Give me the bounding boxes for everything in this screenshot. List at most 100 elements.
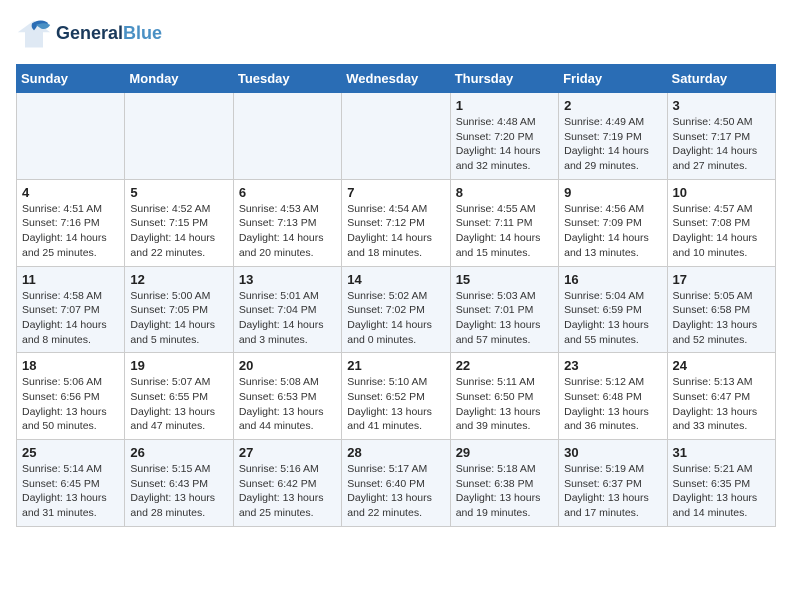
calendar-cell: 8 Sunrise: 4:55 AMSunset: 7:11 PMDaylight… bbox=[450, 179, 558, 266]
day-info: Sunrise: 5:14 AMSunset: 6:45 PMDaylight:… bbox=[22, 462, 119, 521]
day-info: Sunrise: 4:48 AMSunset: 7:20 PMDaylight:… bbox=[456, 115, 553, 174]
calendar-cell: 7 Sunrise: 4:54 AMSunset: 7:12 PMDaylight… bbox=[342, 179, 450, 266]
day-info: Sunrise: 5:17 AMSunset: 6:40 PMDaylight:… bbox=[347, 462, 444, 521]
calendar-cell bbox=[125, 93, 233, 180]
day-info: Sunrise: 5:03 AMSunset: 7:01 PMDaylight:… bbox=[456, 289, 553, 348]
calendar-cell: 11Sunrise: 4:58 AMSunset: 7:07 PMDayligh… bbox=[17, 266, 125, 353]
day-number: 4 bbox=[22, 185, 119, 200]
day-number: 26 bbox=[130, 445, 227, 460]
day-number: 6 bbox=[239, 185, 336, 200]
day-info: Sunrise: 4:57 AMSunset: 7:08 PMDaylight:… bbox=[673, 202, 770, 261]
day-info: Sunrise: 4:54 AMSunset: 7:12 PMDaylight:… bbox=[347, 202, 444, 261]
calendar-week-1: 1Sunrise: 4:48 AMSunset: 7:20 PMDaylight… bbox=[17, 93, 776, 180]
calendar-cell: 13Sunrise: 5:01 AMSunset: 7:04 PMDayligh… bbox=[233, 266, 341, 353]
day-info: Sunrise: 5:15 AMSunset: 6:43 PMDaylight:… bbox=[130, 462, 227, 521]
day-number: 7 bbox=[347, 185, 444, 200]
calendar-cell: 12 Sunrise: 5:00 AMSunset: 7:05 PMDayligh… bbox=[125, 266, 233, 353]
day-number: 15 bbox=[456, 272, 553, 287]
day-number: 31 bbox=[673, 445, 770, 460]
day-number: 13 bbox=[239, 272, 336, 287]
calendar-week-3: 11Sunrise: 4:58 AMSunset: 7:07 PMDayligh… bbox=[17, 266, 776, 353]
calendar-cell: 16 Sunrise: 5:04 AMSunset: 6:59 PMDayligh… bbox=[559, 266, 667, 353]
calendar-week-4: 18 Sunrise: 5:06 AMSunset: 6:56 PMDayligh… bbox=[17, 353, 776, 440]
calendar-cell bbox=[342, 93, 450, 180]
calendar-cell: 26 Sunrise: 5:15 AMSunset: 6:43 PMDayligh… bbox=[125, 440, 233, 527]
calendar-cell: 14 Sunrise: 5:02 AMSunset: 7:02 PMDayligh… bbox=[342, 266, 450, 353]
day-info: Sunrise: 5:06 AMSunset: 6:56 PMDaylight:… bbox=[22, 375, 119, 434]
day-info: Sunrise: 5:18 AMSunset: 6:38 PMDaylight:… bbox=[456, 462, 553, 521]
day-info: Sunrise: 4:50 AMSunset: 7:17 PMDaylight:… bbox=[673, 115, 770, 174]
day-number: 20 bbox=[239, 358, 336, 373]
calendar-body: 1Sunrise: 4:48 AMSunset: 7:20 PMDaylight… bbox=[17, 93, 776, 527]
day-info: Sunrise: 5:12 AMSunset: 6:48 PMDaylight:… bbox=[564, 375, 661, 434]
day-number: 22 bbox=[456, 358, 553, 373]
day-number: 8 bbox=[456, 185, 553, 200]
calendar-cell: 20 Sunrise: 5:08 AMSunset: 6:53 PMDayligh… bbox=[233, 353, 341, 440]
day-number: 30 bbox=[564, 445, 661, 460]
day-info: Sunrise: 4:55 AMSunset: 7:11 PMDaylight:… bbox=[456, 202, 553, 261]
day-info: Sunrise: 5:04 AMSunset: 6:59 PMDaylight:… bbox=[564, 289, 661, 348]
logo-icon bbox=[16, 16, 52, 52]
day-number: 17 bbox=[673, 272, 770, 287]
header-cell-wednesday: Wednesday bbox=[342, 65, 450, 93]
calendar-cell: 27 Sunrise: 5:16 AMSunset: 6:42 PMDayligh… bbox=[233, 440, 341, 527]
day-info: Sunrise: 5:11 AMSunset: 6:50 PMDaylight:… bbox=[456, 375, 553, 434]
day-number: 27 bbox=[239, 445, 336, 460]
header-cell-thursday: Thursday bbox=[450, 65, 558, 93]
calendar-cell: 6 Sunrise: 4:53 AMSunset: 7:13 PMDaylight… bbox=[233, 179, 341, 266]
calendar-cell: 17 Sunrise: 5:05 AMSunset: 6:58 PMDayligh… bbox=[667, 266, 775, 353]
day-info: Sunrise: 5:16 AMSunset: 6:42 PMDaylight:… bbox=[239, 462, 336, 521]
day-info: Sunrise: 4:58 AMSunset: 7:07 PMDaylight:… bbox=[22, 289, 119, 348]
calendar-cell: 19 Sunrise: 5:07 AMSunset: 6:55 PMDayligh… bbox=[125, 353, 233, 440]
calendar-cell: 24 Sunrise: 5:13 AMSunset: 6:47 PMDayligh… bbox=[667, 353, 775, 440]
calendar-cell: 30 Sunrise: 5:19 AMSunset: 6:37 PMDayligh… bbox=[559, 440, 667, 527]
day-info: Sunrise: 5:00 AMSunset: 7:05 PMDaylight:… bbox=[130, 289, 227, 348]
day-number: 16 bbox=[564, 272, 661, 287]
calendar-table: SundayMondayTuesdayWednesdayThursdayFrid… bbox=[16, 64, 776, 527]
header-row: SundayMondayTuesdayWednesdayThursdayFrid… bbox=[17, 65, 776, 93]
day-info: Sunrise: 4:51 AMSunset: 7:16 PMDaylight:… bbox=[22, 202, 119, 261]
calendar-week-2: 4 Sunrise: 4:51 AMSunset: 7:16 PMDaylight… bbox=[17, 179, 776, 266]
day-number: 21 bbox=[347, 358, 444, 373]
day-info: Sunrise: 5:08 AMSunset: 6:53 PMDaylight:… bbox=[239, 375, 336, 434]
header-cell-tuesday: Tuesday bbox=[233, 65, 341, 93]
day-info: Sunrise: 4:52 AMSunset: 7:15 PMDaylight:… bbox=[130, 202, 227, 261]
day-number: 19 bbox=[130, 358, 227, 373]
day-info: Sunrise: 5:05 AMSunset: 6:58 PMDaylight:… bbox=[673, 289, 770, 348]
day-number: 28 bbox=[347, 445, 444, 460]
day-number: 23 bbox=[564, 358, 661, 373]
calendar-cell: 3 Sunrise: 4:50 AMSunset: 7:17 PMDaylight… bbox=[667, 93, 775, 180]
calendar-cell: 2Sunrise: 4:49 AMSunset: 7:19 PMDaylight… bbox=[559, 93, 667, 180]
header-cell-friday: Friday bbox=[559, 65, 667, 93]
calendar-cell: 1Sunrise: 4:48 AMSunset: 7:20 PMDaylight… bbox=[450, 93, 558, 180]
day-number: 3 bbox=[673, 98, 770, 113]
logo-text: GeneralBlue bbox=[56, 24, 162, 44]
day-info: Sunrise: 5:02 AMSunset: 7:02 PMDaylight:… bbox=[347, 289, 444, 348]
day-number: 24 bbox=[673, 358, 770, 373]
calendar-cell: 15 Sunrise: 5:03 AMSunset: 7:01 PMDayligh… bbox=[450, 266, 558, 353]
calendar-cell: 18 Sunrise: 5:06 AMSunset: 6:56 PMDayligh… bbox=[17, 353, 125, 440]
day-info: Sunrise: 4:53 AMSunset: 7:13 PMDaylight:… bbox=[239, 202, 336, 261]
calendar-cell: 22 Sunrise: 5:11 AMSunset: 6:50 PMDayligh… bbox=[450, 353, 558, 440]
day-info: Sunrise: 4:49 AMSunset: 7:19 PMDaylight:… bbox=[564, 115, 661, 174]
day-info: Sunrise: 5:07 AMSunset: 6:55 PMDaylight:… bbox=[130, 375, 227, 434]
calendar-cell: 23 Sunrise: 5:12 AMSunset: 6:48 PMDayligh… bbox=[559, 353, 667, 440]
calendar-header: SundayMondayTuesdayWednesdayThursdayFrid… bbox=[17, 65, 776, 93]
day-number: 18 bbox=[22, 358, 119, 373]
calendar-cell: 10 Sunrise: 4:57 AMSunset: 7:08 PMDayligh… bbox=[667, 179, 775, 266]
header-cell-saturday: Saturday bbox=[667, 65, 775, 93]
day-info: Sunrise: 5:19 AMSunset: 6:37 PMDaylight:… bbox=[564, 462, 661, 521]
calendar-cell bbox=[233, 93, 341, 180]
calendar-week-5: 25Sunrise: 5:14 AMSunset: 6:45 PMDayligh… bbox=[17, 440, 776, 527]
day-number: 10 bbox=[673, 185, 770, 200]
day-info: Sunrise: 5:21 AMSunset: 6:35 PMDaylight:… bbox=[673, 462, 770, 521]
day-number: 12 bbox=[130, 272, 227, 287]
day-info: Sunrise: 4:56 AMSunset: 7:09 PMDaylight:… bbox=[564, 202, 661, 261]
header-cell-monday: Monday bbox=[125, 65, 233, 93]
day-number: 14 bbox=[347, 272, 444, 287]
header-cell-sunday: Sunday bbox=[17, 65, 125, 93]
calendar-cell: 4 Sunrise: 4:51 AMSunset: 7:16 PMDaylight… bbox=[17, 179, 125, 266]
day-info: Sunrise: 5:13 AMSunset: 6:47 PMDaylight:… bbox=[673, 375, 770, 434]
day-number: 9 bbox=[564, 185, 661, 200]
day-number: 5 bbox=[130, 185, 227, 200]
